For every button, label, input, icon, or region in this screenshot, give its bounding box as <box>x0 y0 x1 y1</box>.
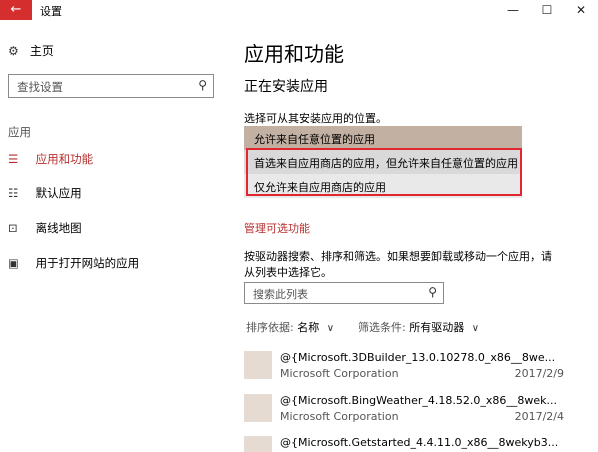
sidebar-home[interactable]: ⚙ 主页 <box>8 42 54 59</box>
window-title: 设置 <box>40 5 62 18</box>
map-icon: ⊡ <box>8 221 18 235</box>
sidebar: ⚙ 主页 查找设置 ⚲ 应用 ☰ 应用和功能 ☷ 默认应用 ⊡ 离线地图 ▣ 用… <box>0 20 228 452</box>
arrow-left-icon: ← <box>10 2 22 17</box>
sidebar-home-label: 主页 <box>29 44 54 58</box>
filter-by-selector[interactable]: 筛选条件: 所有驱动器 ∨ <box>358 319 479 335</box>
list-icon: ☰ <box>8 152 19 166</box>
gear-icon: ⚙ <box>8 44 19 58</box>
dropdown-option-prefer-store[interactable]: 首选来自应用商店的应用，但允许来自任意位置的应用 <box>244 150 522 174</box>
sort-by-label: 排序依据: <box>246 321 294 334</box>
sidebar-item-apps-for-websites[interactable]: ▣ 用于打开网站的应用 <box>8 255 139 271</box>
sidebar-item-label: 用于打开网站的应用 <box>35 256 140 270</box>
sidebar-item-label: 离线地图 <box>35 221 82 235</box>
apps-list-search-placeholder: 搜索此列表 <box>253 288 308 301</box>
close-icon: ✕ <box>575 3 587 17</box>
sidebar-item-default-apps[interactable]: ☷ 默认应用 <box>8 185 82 201</box>
maximize-button[interactable]: ☐ <box>530 0 564 20</box>
close-button[interactable]: ✕ <box>564 0 598 20</box>
section-heading: 正在安装应用 <box>244 79 328 95</box>
install-source-dropdown[interactable]: 允许来自任意位置的应用 首选来自应用商店的应用，但允许来自任意位置的应用 仅允许… <box>244 126 522 198</box>
search-icon[interactable]: ⚲ <box>428 285 437 299</box>
app-icon <box>244 394 272 422</box>
app-name: @{Microsoft.3DBuilder_13.0.10278.0_x86__… <box>280 351 556 364</box>
back-button[interactable]: ← <box>0 0 32 20</box>
settings-search-input[interactable]: 查找设置 ⚲ <box>8 74 214 98</box>
app-list-item[interactable]: @{Microsoft.Getstarted_4.4.11.0_x86__8we… <box>244 436 564 452</box>
website-icon: ▣ <box>8 256 19 270</box>
maximize-icon: ☐ <box>541 3 553 17</box>
app-publisher: Microsoft Corporation <box>280 367 399 380</box>
title-bar: ← 设置 — ☐ ✕ <box>0 0 598 20</box>
dropdown-option-store-only[interactable]: 仅允许来自应用商店的应用 <box>244 174 522 198</box>
minimize-icon: — <box>507 3 519 17</box>
apps-list-description: 按驱动器搜索、排序和筛选。如果想要卸载或移动一个应用，请从列表中选择它。 <box>244 250 552 279</box>
filter-by-label: 筛选条件: <box>358 321 406 334</box>
manage-optional-features-link[interactable]: 管理可选功能 <box>244 220 310 236</box>
app-name: @{Microsoft.Getstarted_4.4.11.0_x86__8we… <box>280 436 559 449</box>
app-install-date: 2017/2/4 <box>514 410 564 423</box>
filter-by-value: 所有驱动器 <box>409 321 465 334</box>
app-name: @{Microsoft.BingWeather_4.18.52.0_x86__8… <box>280 394 558 407</box>
sidebar-item-apps-features[interactable]: ☰ 应用和功能 <box>8 151 93 167</box>
app-install-date: 2017/2/9 <box>514 367 564 380</box>
apps-list-search-input[interactable]: 搜索此列表 ⚲ <box>244 282 444 304</box>
install-source-label: 选择可从其安装应用的位置。 <box>244 112 387 125</box>
settings-search-placeholder: 查找设置 <box>17 80 63 94</box>
dropdown-option-anywhere[interactable]: 允许来自任意位置的应用 <box>244 126 522 150</box>
app-list-item[interactable]: @{Microsoft.BingWeather_4.18.52.0_x86__8… <box>244 394 564 430</box>
sort-by-selector[interactable]: 排序依据: 名称 ∨ <box>246 319 334 335</box>
app-publisher: Microsoft Corporation <box>280 410 399 423</box>
sort-by-value: 名称 <box>297 321 320 334</box>
sidebar-item-label: 应用和功能 <box>35 152 94 166</box>
minimize-button[interactable]: — <box>496 0 530 20</box>
sidebar-section-label: 应用 <box>8 125 31 139</box>
sidebar-item-label: 默认应用 <box>35 186 82 200</box>
app-icon <box>244 436 272 452</box>
chevron-down-icon: ∨ <box>471 323 480 334</box>
main-content: 应用和功能 正在安装应用 选择可从其安装应用的位置。 允许来自任意位置的应用 首… <box>244 20 598 452</box>
app-list-item[interactable]: @{Microsoft.3DBuilder_13.0.10278.0_x86__… <box>244 351 564 387</box>
default-apps-icon: ☷ <box>8 186 19 200</box>
page-title: 应用和功能 <box>244 42 344 66</box>
app-icon <box>244 351 272 379</box>
search-icon[interactable]: ⚲ <box>198 78 207 92</box>
chevron-down-icon: ∨ <box>326 323 335 334</box>
sidebar-item-offline-maps[interactable]: ⊡ 离线地图 <box>8 220 82 236</box>
